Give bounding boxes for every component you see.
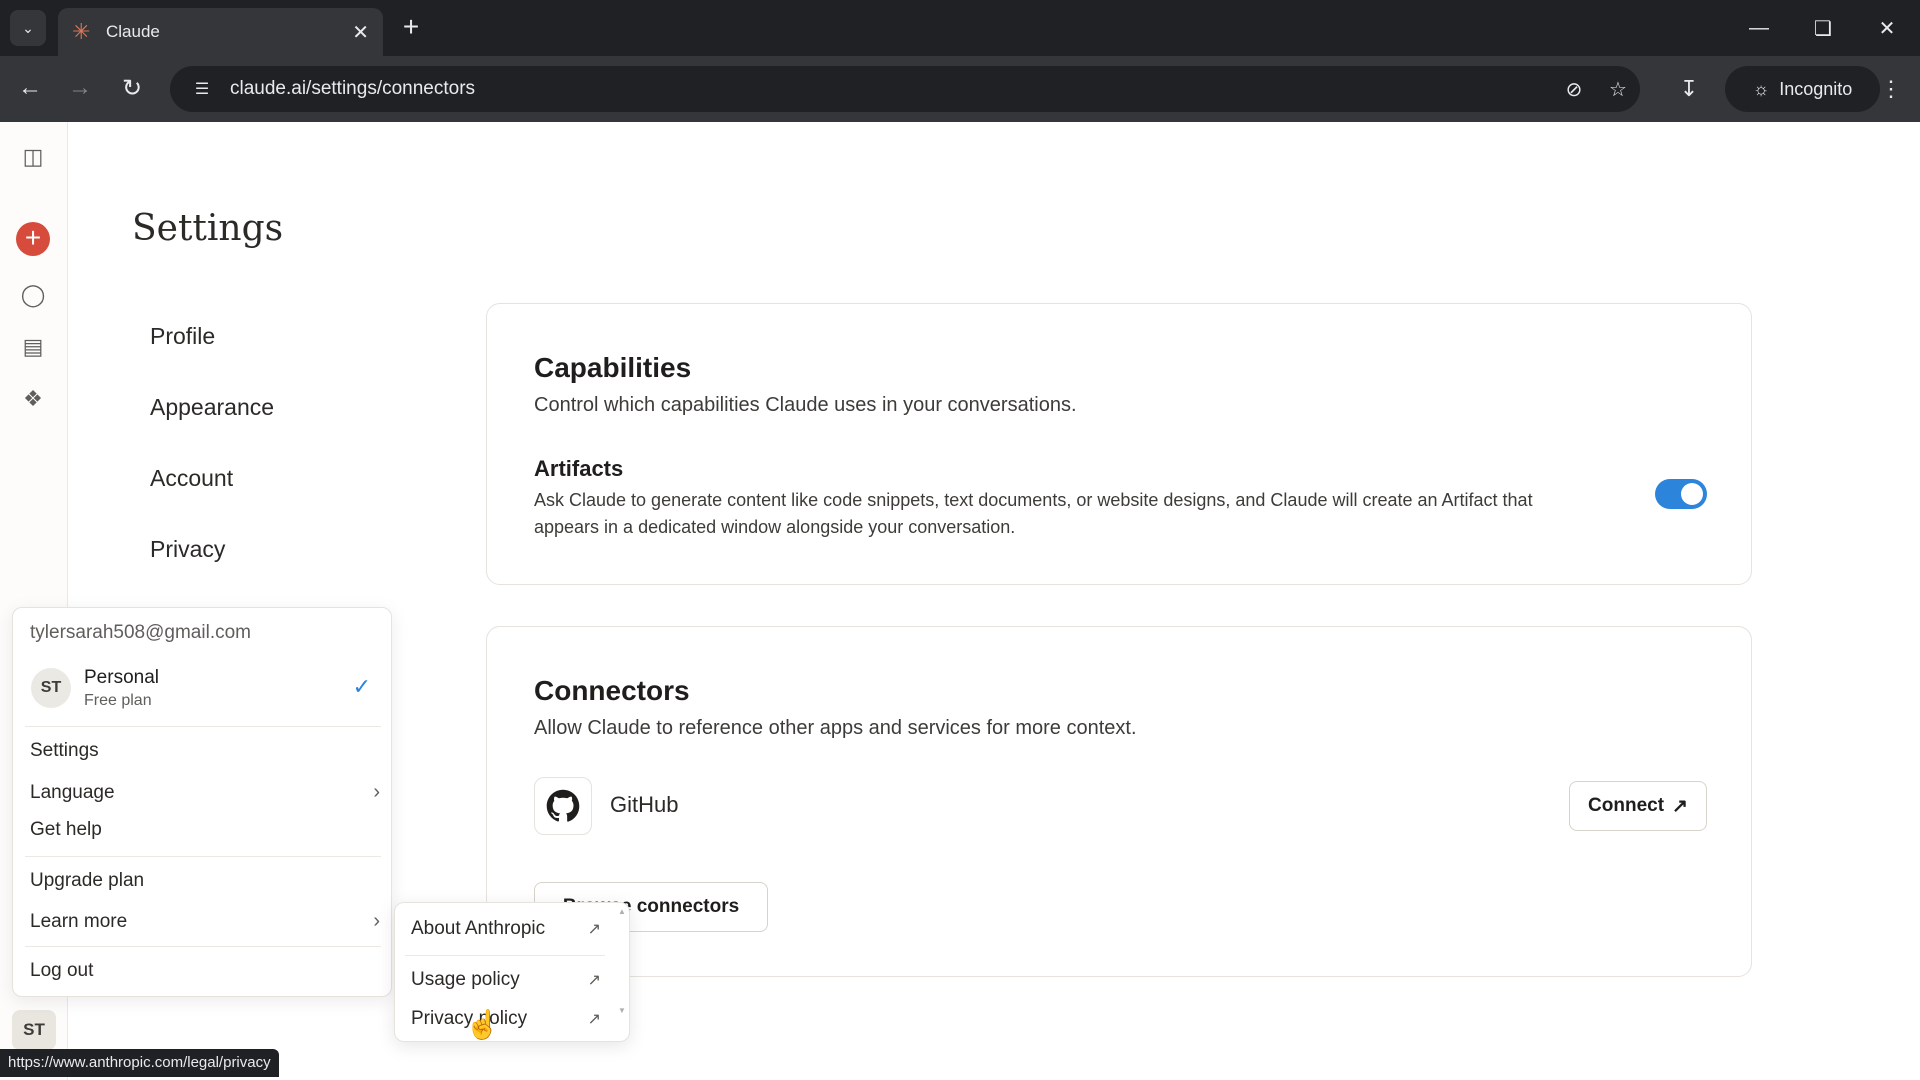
org-row-personal[interactable]: ST Personal Free plan ✓ xyxy=(21,658,385,718)
bookmark-star-icon[interactable]: ☆ xyxy=(1596,77,1640,102)
github-icon xyxy=(534,777,592,835)
capabilities-card: Capabilities Control which capabilities … xyxy=(486,303,1752,585)
settings-nav-account[interactable]: Account xyxy=(150,458,274,529)
menu-item-language[interactable]: Language › xyxy=(30,781,380,804)
submenu-scrollbar[interactable]: ▲ ▼ xyxy=(618,907,626,1037)
menu-item-get-help[interactable]: Get help xyxy=(30,819,380,841)
github-label: GitHub xyxy=(610,792,679,817)
menu-label: Upgrade plan xyxy=(30,870,145,891)
new-chat-button[interactable]: + xyxy=(16,222,50,256)
toggle-knob xyxy=(1681,483,1703,505)
incognito-icon: ☼ xyxy=(1752,78,1770,99)
external-link-icon: ↗ xyxy=(587,921,601,938)
menu-label: Language xyxy=(30,781,115,803)
org-plan: Free plan xyxy=(84,692,152,709)
account-email: tylersarah508@gmail.com xyxy=(30,622,251,643)
settings-nav-profile[interactable]: Profile xyxy=(150,316,274,387)
settings-nav-appearance[interactable]: Appearance xyxy=(150,387,274,458)
external-link-icon: ↗ xyxy=(1672,795,1688,817)
menu-item-settings[interactable]: Settings xyxy=(30,740,380,762)
chats-icon[interactable]: ◯ xyxy=(18,280,48,310)
submenu-label: Usage policy xyxy=(411,969,520,990)
pointer-cursor-icon: ☝ xyxy=(465,1009,500,1040)
submenu-divider xyxy=(405,955,605,956)
download-icon[interactable]: ↧ xyxy=(1670,70,1708,108)
tab-search-chevron-icon[interactable]: ⌄ xyxy=(10,10,46,46)
eye-off-icon[interactable]: ⊘ xyxy=(1552,77,1596,102)
connectors-title: Connectors xyxy=(534,675,690,706)
address-bar[interactable]: ☰ claude.ai/settings/connectors ⊘ ☆ xyxy=(170,66,1640,112)
new-tab-button[interactable]: + xyxy=(396,12,426,42)
tab-close-icon[interactable]: ✕ xyxy=(352,20,369,45)
menu-divider xyxy=(25,946,381,947)
artifacts-title: Artifacts xyxy=(534,456,624,481)
settings-nav-privacy[interactable]: Privacy xyxy=(150,529,274,600)
submenu-item-privacy-policy[interactable]: Privacy policy ↗ xyxy=(411,1008,601,1030)
window-close-icon[interactable]: ✕ xyxy=(1862,8,1912,48)
menu-divider xyxy=(25,856,381,857)
menu-label: Get help xyxy=(30,819,102,840)
external-link-icon: ↗ xyxy=(587,1011,601,1028)
menu-label: Log out xyxy=(30,960,94,981)
org-name: Personal xyxy=(84,667,159,688)
address-url[interactable]: claude.ai/settings/connectors xyxy=(230,78,1552,100)
incognito-label: Incognito xyxy=(1779,78,1853,99)
back-arrow-icon[interactable]: ← xyxy=(12,70,48,106)
browser-tab[interactable]: ✳ Claude ✕ xyxy=(58,8,383,56)
github-connect-button[interactable]: Connect ↗ xyxy=(1569,781,1707,831)
incognito-indicator[interactable]: ☼ Incognito xyxy=(1725,66,1880,112)
browser-menu-icon[interactable]: ⋮ xyxy=(1872,70,1910,108)
browser-tabstrip: ⌄ ✳ Claude ✕ + — ❏ ✕ xyxy=(0,0,1920,56)
submenu-item-about-anthropic[interactable]: About Anthropic ↗ xyxy=(411,918,601,940)
artifacts-icon[interactable]: ❖ xyxy=(18,384,48,414)
connect-label: Connect xyxy=(1588,795,1665,816)
status-bar-url: https://www.anthropic.com/legal/privacy xyxy=(0,1049,279,1077)
chevron-right-icon: › xyxy=(373,910,380,932)
reload-icon[interactable]: ↻ xyxy=(114,70,150,106)
claude-favicon-icon: ✳ xyxy=(72,19,91,44)
account-menu: tylersarah508@gmail.com ST Personal Free… xyxy=(12,607,392,997)
check-icon: ✓ xyxy=(352,674,371,699)
org-avatar: ST xyxy=(31,668,71,708)
sidebar-toggle-icon[interactable]: ◫ xyxy=(18,142,48,172)
menu-divider xyxy=(25,726,381,727)
artifacts-description: Ask Claude to generate content like code… xyxy=(534,490,1533,537)
menu-label: Learn more xyxy=(30,910,128,932)
tab-title: Claude xyxy=(106,22,160,41)
connectors-subtitle: Allow Claude to reference other apps and… xyxy=(534,717,1137,739)
menu-item-logout[interactable]: Log out xyxy=(30,960,380,982)
connectors-card: Connectors Allow Claude to reference oth… xyxy=(486,626,1752,977)
capabilities-subtitle: Control which capabilities Claude uses i… xyxy=(534,394,1077,416)
minimize-icon[interactable]: — xyxy=(1734,8,1784,48)
submenu-label: About Anthropic xyxy=(411,918,546,939)
browser-toolbar: ← → ↻ ☰ claude.ai/settings/connectors ⊘ … xyxy=(0,56,1920,122)
forward-arrow-icon[interactable]: → xyxy=(62,70,98,106)
restore-icon[interactable]: ❏ xyxy=(1798,8,1848,48)
menu-item-upgrade-plan[interactable]: Upgrade plan xyxy=(30,870,380,892)
user-avatar-button[interactable]: ST xyxy=(12,1010,56,1050)
menu-item-learn-more[interactable]: Learn more › xyxy=(30,910,380,933)
page-title: Settings xyxy=(132,208,284,249)
artifacts-toggle[interactable] xyxy=(1655,479,1707,509)
learn-more-submenu: About Anthropic ↗ Usage policy ↗ Privacy… xyxy=(394,902,630,1042)
submenu-item-usage-policy[interactable]: Usage policy ↗ xyxy=(411,969,601,991)
chevron-right-icon: › xyxy=(373,781,380,803)
external-link-icon: ↗ xyxy=(587,972,601,989)
capabilities-title: Capabilities xyxy=(534,352,692,383)
projects-icon[interactable]: ▤ xyxy=(18,332,48,362)
site-info-icon[interactable]: ☰ xyxy=(180,79,224,99)
menu-label: Settings xyxy=(30,740,99,761)
settings-nav: Profile Appearance Account Privacy xyxy=(150,316,274,600)
